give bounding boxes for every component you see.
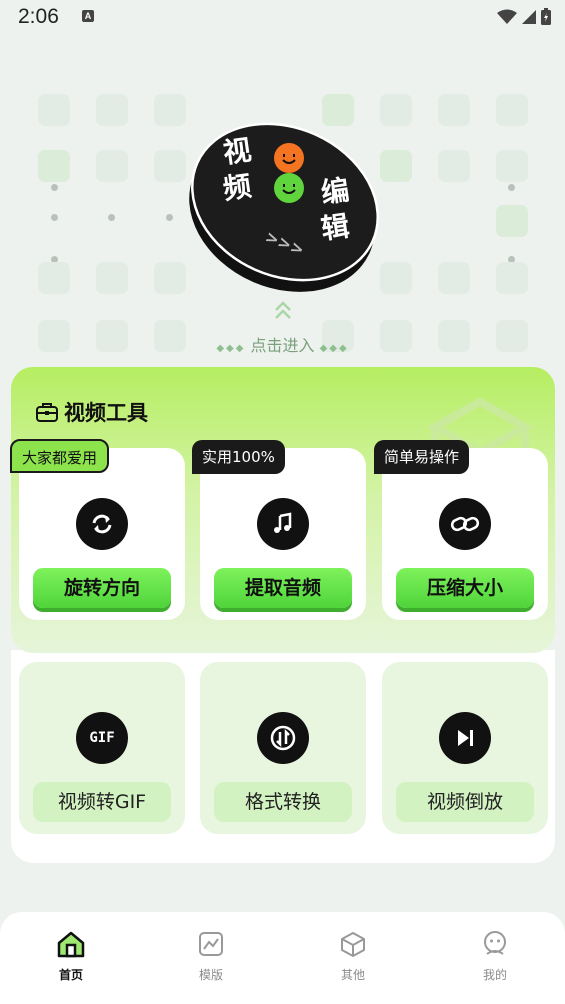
tool-format-convert[interactable]: 格式转换 [200,662,366,834]
enter-hint-label: 点击进入 [250,336,315,355]
smile-orange-icon [274,143,304,173]
bg-tile [96,150,128,182]
wifi-icon [497,9,517,24]
tools-section-header: 视频工具 [36,397,148,427]
nav-label: 模版 [198,968,223,982]
bg-tile [496,205,528,237]
bg-tile [38,94,70,126]
tools-section-title: 视频工具 [64,401,148,425]
bg-dot [51,184,58,191]
bg-tile [154,150,186,182]
tool-badge: 简单易操作 [374,440,470,474]
status-time: 2:06 [18,5,59,28]
nav-item-mine[interactable]: 我的 [455,930,535,983]
notification-icon: A [82,10,94,22]
bg-tile [154,94,186,126]
tool-compress[interactable]: 简单易操作 压缩大小 [374,440,548,620]
nav-item-home[interactable]: 首页 [31,930,111,983]
battery-icon [541,8,551,25]
hero-banner[interactable]: >>> 视 频 编 辑 ◆◆◆ 点击进入 ◆◆◆ [0,40,565,360]
diamond-decor-right: ◆◆◆ [319,343,349,354]
bg-tile [438,150,470,182]
bg-tile [496,150,528,182]
signal-icon [522,9,536,24]
bg-tile [38,262,70,294]
system-icons [497,8,551,25]
disc-char: 频 [221,169,254,206]
bottom-navigation: 首页 模版 其他 我的 [0,912,565,1004]
rotate-icon [76,498,128,550]
tool-video-to-gif-button[interactable]: 视频转GIF [33,782,171,822]
reverse-play-icon [439,712,491,764]
compress-link-icon [439,498,491,550]
tool-video-to-gif[interactable]: GIF 视频转GIF [19,662,185,834]
tool-video-reverse[interactable]: 视频倒放 [382,662,548,834]
bg-tile [154,262,186,294]
bg-dot [166,214,173,221]
tool-compress-button[interactable]: 压缩大小 [396,568,534,608]
bg-tile [438,94,470,126]
toolbox-icon [36,403,58,422]
bg-tile [496,262,528,294]
nav-label: 首页 [58,968,83,982]
enter-hint[interactable]: ◆◆◆ 点击进入 ◆◆◆ [0,332,565,356]
diamond-decor-left: ◆◆◆ [216,343,246,354]
disc-graphic: >>> [189,122,379,292]
nav-item-templates[interactable]: 模版 [171,930,251,983]
video-edit-disc[interactable]: >>> 视 频 编 辑 [183,102,387,324]
tool-badge: 大家都爱用 [10,439,110,473]
tool-format-convert-button[interactable]: 格式转换 [214,782,352,822]
nav-item-other[interactable]: 其他 [313,930,393,983]
home-icon [57,931,85,958]
profile-face-icon [484,931,506,955]
format-convert-icon [257,712,309,764]
status-bar: 2:06 A [0,0,565,36]
bg-dot [108,214,115,221]
bg-tile [96,262,128,294]
nav-label: 其他 [340,968,365,982]
disc-char: 辑 [319,209,352,246]
tool-rotate-button[interactable]: 旋转方向 [33,568,171,608]
bg-tile [38,150,70,182]
tool-extract-audio[interactable]: 实用100% 提取音频 [192,440,366,620]
cube-icon [341,932,365,957]
gif-icon: GIF [76,712,128,764]
tool-rotate[interactable]: 大家都爱用 旋转方向 [10,439,185,620]
bg-tile [96,94,128,126]
tool-extract-audio-button[interactable]: 提取音频 [214,568,352,608]
tool-video-reverse-button[interactable]: 视频倒放 [396,782,534,822]
bg-tile [438,262,470,294]
smile-green-icon [274,173,304,203]
template-chart-icon [199,932,223,956]
tool-badge: 实用100% [192,440,285,474]
bg-tile [496,94,528,126]
nav-label: 我的 [482,968,507,982]
bg-dot [51,214,58,221]
bg-dot [508,184,515,191]
chevron-up-icon [275,301,291,319]
music-note-icon [257,498,309,550]
